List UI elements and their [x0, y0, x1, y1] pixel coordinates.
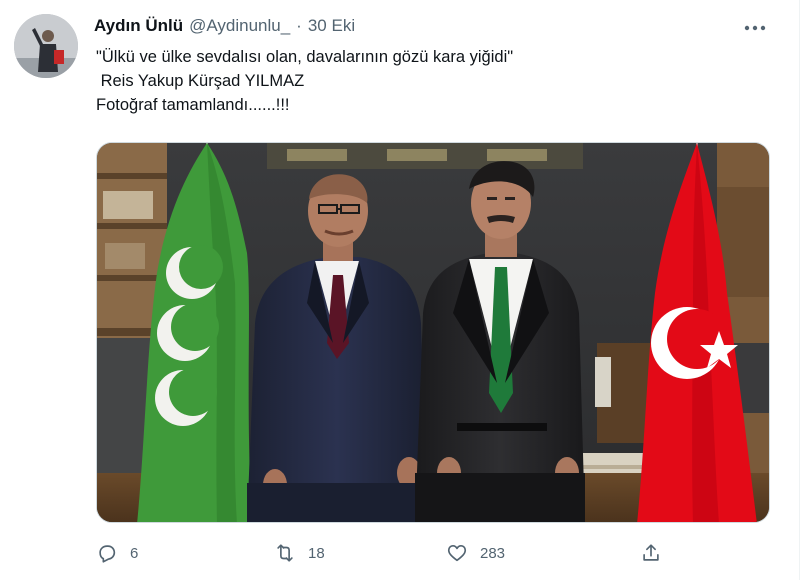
- avatar-image: [14, 14, 78, 78]
- retweet-button[interactable]: 18: [274, 538, 325, 568]
- author-name[interactable]: Aydın Ünlü: [94, 16, 183, 36]
- tweet-date[interactable]: 30 Eki: [308, 16, 355, 36]
- photo-image: [97, 143, 769, 522]
- tweet-text-line: Reis Yakup Kürşad YILMAZ: [96, 72, 305, 90]
- tweet-text-line: "Ülkü ve ülke sevdalısı olan, davalarını…: [96, 48, 514, 66]
- tweet-photo[interactable]: [96, 142, 770, 523]
- tweet-text: "Ülkü ve ülke sevdalısı olan, davalarını…: [96, 45, 513, 117]
- more-options-button[interactable]: [737, 14, 773, 42]
- retweet-count: 18: [308, 544, 325, 562]
- author-handle[interactable]: @Aydinunlu_: [189, 16, 290, 36]
- retweet-icon: [277, 544, 293, 562]
- reply-count: 6: [130, 544, 139, 562]
- like-count: 283: [480, 544, 506, 562]
- share-icon: [643, 544, 659, 561]
- separator-dot: ·: [296, 16, 302, 35]
- tweet-actions: 6 18 283: [96, 538, 676, 568]
- like-button[interactable]: 283: [446, 538, 505, 568]
- share-button[interactable]: [640, 538, 662, 568]
- tweet-header: Aydın Ünlü @Aydinunlu_ · 30 Eki: [94, 16, 739, 36]
- avatar[interactable]: [14, 14, 78, 78]
- more-horizontal-icon: [744, 25, 766, 31]
- tweet-card[interactable]: Aydın Ünlü @Aydinunlu_ · 30 Eki "Ülkü ve…: [0, 0, 800, 580]
- reply-button[interactable]: 6: [96, 538, 138, 568]
- heart-icon: [447, 545, 467, 562]
- tweet-text-line: Fotoğraf tamamlandı......!!!: [96, 96, 290, 114]
- reply-icon: [99, 545, 116, 563]
